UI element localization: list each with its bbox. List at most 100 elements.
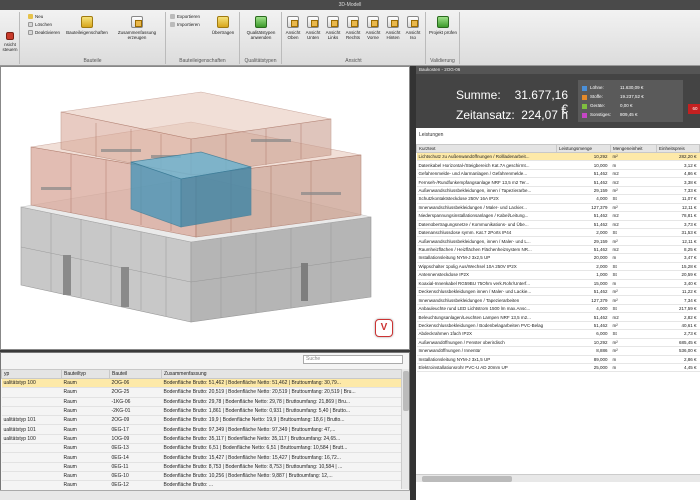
table-row[interactable]: Installationsleitung NYM-J 3x2,5 UP 20,00… — [416, 253, 700, 263]
table-row[interactable]: Datenübertragungsnetze / Kommunikations-… — [416, 220, 700, 229]
table-cell: Raum — [61, 471, 110, 482]
table-row[interactable]: Raum -1KG-06 Bodenfläche Brutto: 29,78 | B… — [1, 397, 403, 407]
table-row[interactable]: Abdeckrahmen 1fach IP2X 6,000 St 2,73 € — [416, 329, 700, 339]
table-row[interactable]: ualitätstyp 101 Raum 2OG-09 Bodenfläche Bru… — [1, 415, 403, 426]
table-cell — [1, 471, 62, 482]
table-row[interactable]: Innenwandschlussbekleidungen / Tapeziera… — [416, 295, 700, 305]
exportieren-button[interactable]: Exportieren — [170, 14, 200, 20]
loeschen-button[interactable]: Löschen — [28, 22, 52, 28]
table-cell: 127,379 — [556, 203, 611, 213]
table-cell: 2OG-09 — [109, 415, 162, 426]
table-cell: 51,462 — [556, 312, 611, 322]
bauteile-scrollbar[interactable] — [401, 369, 409, 489]
table-cell: Antennensteckdose IP2X — [416, 270, 557, 280]
scroll-thumb[interactable] — [403, 371, 409, 411]
table-row[interactable]: Außenwandschlussbekleidungen, innen / Ma… — [416, 236, 700, 246]
table-row[interactable]: Deckenschlussbekleidungen innen / Maler-… — [416, 287, 700, 297]
table-row[interactable]: Lichtschutz zu Außenwandöffnungen / Roll… — [416, 152, 700, 162]
table-row[interactable]: Raum 2OG-25 Bodenfläche Brutto: 20,519 | B… — [1, 387, 403, 398]
table-cell: Bodenfläche Brutto: 97,349 | Bodenfläche… — [161, 424, 403, 435]
table-cell: 3,40 € — [656, 279, 700, 289]
table-cell: Raum — [61, 397, 110, 407]
table-row[interactable]: Deckenschlussbekleidungen / Bodenbelagar… — [416, 321, 700, 331]
neu-button[interactable]: Neu — [28, 14, 43, 20]
table-row[interactable]: Koaxial-Innenkabel RG59BU 75Ohm verk.Roh… — [416, 279, 700, 289]
3d-viewport[interactable]: V — [0, 66, 410, 350]
table-cell — [1, 397, 62, 407]
table-row[interactable]: ualitätstyp 100 Raum 2OG-06 Bodenfläche Bru… — [1, 378, 403, 389]
column-header[interactable]: Bauteiltyp — [61, 369, 110, 379]
column-header[interactable]: Mengeneinheit — [610, 144, 657, 153]
qualitaetstypen-anwenden-button[interactable]: Qualitätstypen anwenden — [242, 16, 280, 40]
table-row[interactable]: Anbauleuchte rund LED Lichtstrom 1500 lm… — [416, 304, 700, 314]
leistungen-hscrollbar[interactable] — [416, 474, 700, 482]
table-row[interactable]: ualitätstyp 100 Raum 1OG-09 Bodenfläche Bru… — [1, 434, 403, 445]
view-front-button[interactable]: Ansicht Vorne — [364, 16, 382, 40]
table-row[interactable]: Elektroinstallationsrohr PVC-U AD 20mm U… — [416, 363, 700, 373]
view-iso-button[interactable]: Ansicht Iso — [404, 16, 422, 40]
table-row[interactable]: Raum 0EG-13 Bodenfläche Brutto: 6,51 | Bod… — [1, 443, 403, 454]
table-row[interactable]: Raum 0EG-14 Bodenfläche Brutto: 15,427 | B… — [1, 452, 403, 463]
table-cell: m2 — [610, 245, 657, 255]
table-cell: m — [610, 253, 657, 263]
deaktivieren-button[interactable]: Deaktivieren — [28, 30, 60, 36]
table-cell: Raum — [61, 462, 110, 472]
table-row[interactable]: Datenkabel Horizontal-/Steigbereich Kat.… — [416, 160, 700, 170]
projekt-pruefen-button[interactable]: Projekt prüfen — [428, 16, 458, 35]
cost-value: 809,45 € — [620, 112, 638, 117]
table-row[interactable]: Raum -2KG-01 Bodenfläche Brutto: 1,861 | B… — [1, 406, 403, 417]
table-row[interactable]: Fernseh-/Rundfunkempfangsanlage NRF 13,5… — [416, 177, 700, 187]
table-row[interactable]: Installationsleitung NYM-J 3x1,5 UP 89,00… — [416, 355, 700, 364]
bauteileigenschaften-button[interactable]: Bauteileigenschaften — [64, 16, 110, 35]
column-header[interactable]: Einheitspreis — [656, 144, 700, 153]
table-row[interactable]: Beleuchtungsanlagen/Leuchten Lampen NRF … — [416, 312, 700, 322]
table-cell: 2,82 € — [656, 312, 700, 322]
table-cell: 11,07 € — [656, 194, 700, 204]
table-row[interactable]: Schutzkontaktsteckdose 250V 16A IP2X 4,00… — [416, 194, 700, 204]
table-row[interactable]: Innenwandöffnungen / Innentür 8,886 m² 536,… — [416, 346, 700, 356]
view-left-button[interactable]: Ansicht Links — [324, 16, 342, 40]
table-row[interactable]: ualitätstyp 101 Raum 0EG-17 Bodenfläche Bru… — [1, 424, 403, 435]
table-row[interactable]: Außenwandschlussbekleidungen, innen / Ta… — [416, 186, 700, 196]
ansicht-steuern-button[interactable]: nsicht steuern — [0, 32, 20, 52]
table-row[interactable]: Raum 0EG-10 Bodenfläche Brutto: 10,256 | B… — [1, 471, 403, 482]
table-cell: 29,159 — [556, 236, 611, 246]
view-back-button[interactable]: Ansicht Hinten — [384, 16, 402, 40]
table-cell: Raum — [61, 424, 110, 435]
table-row[interactable]: Niederspannungsinstallationsanlagen / Ka… — [416, 211, 700, 221]
table-row[interactable]: Gefahrenmelde- und Alarmanlagen / Gefahr… — [416, 169, 700, 179]
importieren-button[interactable]: Importieren — [170, 22, 200, 28]
table-row[interactable]: Innenwandschlussbekleidungen / Maler- un… — [416, 203, 700, 213]
cost-label: Stoffe: — [590, 94, 603, 99]
table-cell — [1, 443, 62, 454]
table-row[interactable]: Außenwandöffnungen / Fenster oberirdisch… — [416, 338, 700, 348]
uebertragen-button[interactable]: Übertragen — [208, 16, 238, 35]
building-model[interactable] — [1, 67, 409, 349]
table-row[interactable]: Datenanschlussdose symm. Kat.7 2Ports IP… — [416, 228, 700, 238]
table-cell: m² — [610, 152, 657, 162]
table-row[interactable]: Antennensteckdose IP2X 1,000 St 20,59 € — [416, 270, 700, 280]
table-row[interactable]: Raum 0EG-11 Bodenfläche Brutto: 8,753 | Bo… — [1, 462, 403, 472]
table-cell: 536,00 € — [656, 346, 700, 356]
column-header[interactable]: Leistungsmenge — [556, 144, 611, 153]
view-top-button[interactable]: Ansicht Oben — [284, 16, 302, 40]
baukosten-panel: Baukosten - 2OG-06 Summe: 31.677,16 € Ze… — [416, 66, 700, 500]
column-header[interactable]: Bauteil — [109, 369, 162, 379]
column-header[interactable]: Zusammenfassung — [161, 369, 403, 379]
zusammenfassung-button[interactable]: Zusammenfassung erzeugen — [114, 16, 160, 40]
table-cell: 31,53 € — [656, 228, 700, 238]
table-row[interactable]: Wippschalter 1polig Aus/Wechsel 10A 250V… — [416, 262, 700, 272]
table-cell: Lichtschutz zu Außenwandöffnungen / Roll… — [416, 152, 557, 162]
column-header[interactable]: Kurztext — [416, 144, 557, 153]
table-row[interactable]: Raum 0EG-12 Bodenfläche Brutto: ... — [1, 480, 403, 491]
table-cell: 40,61 € — [656, 321, 700, 331]
table-cell: ualitätstyp 100 — [1, 378, 62, 389]
table-row[interactable]: Raumheizflächen / Heizflächen Flächenhei… — [416, 245, 700, 255]
view-bottom-button[interactable]: Ansicht Unten — [304, 16, 322, 40]
search-input[interactable]: Suche — [303, 355, 403, 364]
cost-swatch — [582, 113, 587, 118]
view-right-button[interactable]: Ansicht Rechts — [344, 16, 362, 40]
scroll-thumb[interactable] — [422, 476, 512, 482]
table-cell: 20,59 € — [656, 270, 700, 280]
column-header[interactable]: yp — [1, 369, 62, 379]
